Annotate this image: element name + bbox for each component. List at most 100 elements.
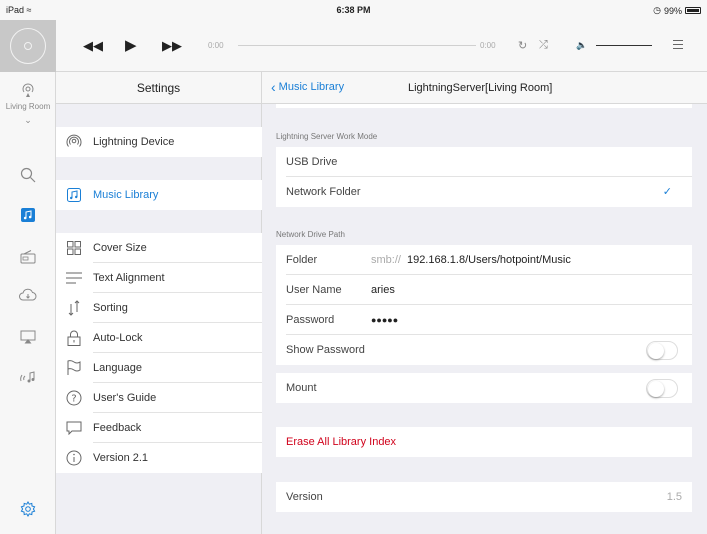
show-password-toggle[interactable] — [646, 341, 678, 360]
settings-item-label: Feedback — [93, 422, 142, 434]
settings-item-version[interactable]: Version 2.1 — [56, 443, 262, 473]
folder-row: Folder smb:// 192.168.1.8/Users/hotpoint/… — [276, 245, 692, 275]
show-password-label: Show Password — [286, 344, 365, 356]
version-label: Version — [286, 491, 323, 503]
nav-rail: Living Room ⌄ — [0, 72, 56, 534]
status-bar: iPad ≈ 6:38 PM ◷ 99% — [0, 0, 707, 20]
settings-item-label: Language — [93, 362, 142, 374]
show-password-row: Show Password — [276, 335, 692, 365]
help-icon: ? — [66, 390, 82, 406]
settings-item-lightning-device[interactable]: Lightning Device — [56, 127, 262, 157]
alarm-icon: ◷ — [653, 5, 661, 15]
erase-card: Erase All Library Index — [276, 427, 692, 457]
settings-item-users-guide[interactable]: ? User's Guide — [56, 383, 262, 413]
work-mode-option-network[interactable]: Network Folder ✓ — [276, 177, 692, 207]
settings-item-music-library[interactable]: Music Library — [56, 180, 262, 210]
password-row: Password ●●●●● — [276, 305, 692, 335]
remaining-time: 0:00 — [480, 41, 496, 50]
wifi-icon — [66, 134, 82, 150]
settings-panel: Settings Lightning Device Music Library … — [56, 72, 262, 534]
back-label: Music Library — [278, 81, 345, 93]
settings-item-label: User's Guide — [93, 392, 157, 404]
settings-item-auto-lock[interactable]: Auto-Lock — [56, 323, 262, 353]
gear-icon[interactable] — [18, 499, 38, 519]
folder-prefix: smb:// — [371, 254, 401, 266]
elapsed-time: 0:00 — [208, 41, 224, 50]
settings-item-sorting[interactable]: Sorting — [56, 293, 262, 323]
work-mode-section-label: Lightning Server Work Mode — [276, 132, 378, 141]
version-card: Version 1.5 — [276, 482, 692, 512]
repeat-icon[interactable]: ↻ — [518, 39, 527, 52]
settings-item-label: Text Alignment — [93, 272, 165, 284]
folder-label: Folder — [286, 254, 318, 266]
back-button[interactable]: ‹ Music Library — [271, 78, 345, 95]
svg-text:?: ? — [71, 394, 76, 405]
detail-header: ‹ Music Library LightningServer[Living R… — [262, 72, 707, 104]
fast-forward-icon[interactable]: ▶▶ — [162, 38, 182, 54]
chevron-left-icon: ‹ — [271, 78, 276, 95]
music-library-nav-icon[interactable] — [18, 205, 38, 225]
flag-icon — [66, 360, 82, 376]
drive-path-card: Folder smb:// 192.168.1.8/Users/hotpoint/… — [276, 245, 692, 365]
settings-item-label: Sorting — [93, 302, 128, 314]
mount-toggle[interactable] — [646, 379, 678, 398]
album-art[interactable] — [0, 20, 56, 72]
settings-item-language[interactable]: Language — [56, 353, 262, 383]
detail-title: LightningServer[Living Room] — [408, 82, 553, 94]
settings-group-device: Lightning Device — [56, 127, 262, 157]
settings-group-general: Cover Size Text Alignment Sorting Auto-L… — [56, 233, 262, 473]
menu-icon[interactable] — [673, 40, 683, 52]
battery-icon — [685, 7, 701, 14]
erase-library-button[interactable]: Erase All Library Index — [276, 427, 692, 457]
grid-icon — [66, 240, 82, 256]
mount-row: Mount — [276, 373, 692, 403]
detail-panel: ‹ Music Library LightningServer[Living R… — [262, 72, 707, 534]
lock-icon — [66, 330, 82, 346]
folder-field[interactable]: smb:// 192.168.1.8/Users/hotpoint/Music — [371, 254, 571, 266]
info-icon — [66, 450, 82, 466]
settings-item-feedback[interactable]: Feedback — [56, 413, 262, 443]
shuffle-icon[interactable]: ⤮ — [539, 39, 548, 52]
volume-icon: 🔈 — [576, 40, 588, 50]
work-mode-option-usb[interactable]: USB Drive — [276, 147, 692, 177]
settings-item-text-alignment[interactable]: Text Alignment — [56, 263, 262, 293]
volume-slider[interactable] — [596, 45, 652, 46]
settings-item-label: Auto-Lock — [93, 332, 143, 344]
username-row: User Name aries — [276, 275, 692, 305]
settings-group-library: Music Library — [56, 180, 262, 210]
rewind-icon[interactable]: ◀◀ — [83, 38, 103, 54]
password-field[interactable]: ●●●●● — [371, 315, 398, 325]
play-icon[interactable]: ▶ — [125, 36, 137, 54]
settings-item-label: Cover Size — [93, 242, 147, 254]
username-field[interactable]: aries — [371, 284, 395, 296]
progress-bar[interactable] — [238, 45, 476, 46]
align-icon — [66, 270, 82, 286]
streaming-music-icon[interactable] — [18, 367, 38, 387]
player-bar: ◀◀ ▶ ▶▶ 0:00 0:00 ↻ ⤮ 🔈 — [56, 20, 707, 72]
clock: 6:38 PM — [336, 5, 371, 15]
version-value: 1.5 — [666, 491, 682, 503]
work-mode-card: USB Drive Network Folder ✓ — [276, 147, 692, 207]
room-label[interactable]: Living Room — [0, 102, 56, 111]
settings-item-label: Music Library — [93, 189, 159, 201]
settings-item-label: Lightning Device — [93, 136, 175, 148]
cloud-icon[interactable] — [18, 285, 38, 305]
option-label: USB Drive — [286, 156, 338, 168]
settings-item-cover-size[interactable]: Cover Size — [56, 233, 262, 263]
airplay-room-icon[interactable] — [18, 80, 38, 100]
folder-value: 192.168.1.8/Users/hotpoint/Music — [406, 254, 571, 266]
checkmark-icon: ✓ — [662, 186, 672, 198]
chevron-down-icon[interactable]: ⌄ — [0, 115, 56, 126]
mount-label: Mount — [286, 382, 317, 394]
airplay-icon[interactable] — [18, 327, 38, 347]
settings-item-label: Version 2.1 — [93, 452, 149, 464]
radio-icon[interactable] — [18, 247, 38, 267]
music-library-icon — [66, 187, 82, 203]
battery-percent: 99% — [663, 5, 682, 16]
battery-status: ◷ 99% — [653, 5, 701, 16]
search-icon[interactable] — [18, 165, 38, 185]
option-label: Network Folder — [286, 186, 361, 198]
card-top-edge — [276, 104, 692, 108]
mount-card: Mount — [276, 373, 692, 403]
disc-icon — [10, 28, 46, 64]
